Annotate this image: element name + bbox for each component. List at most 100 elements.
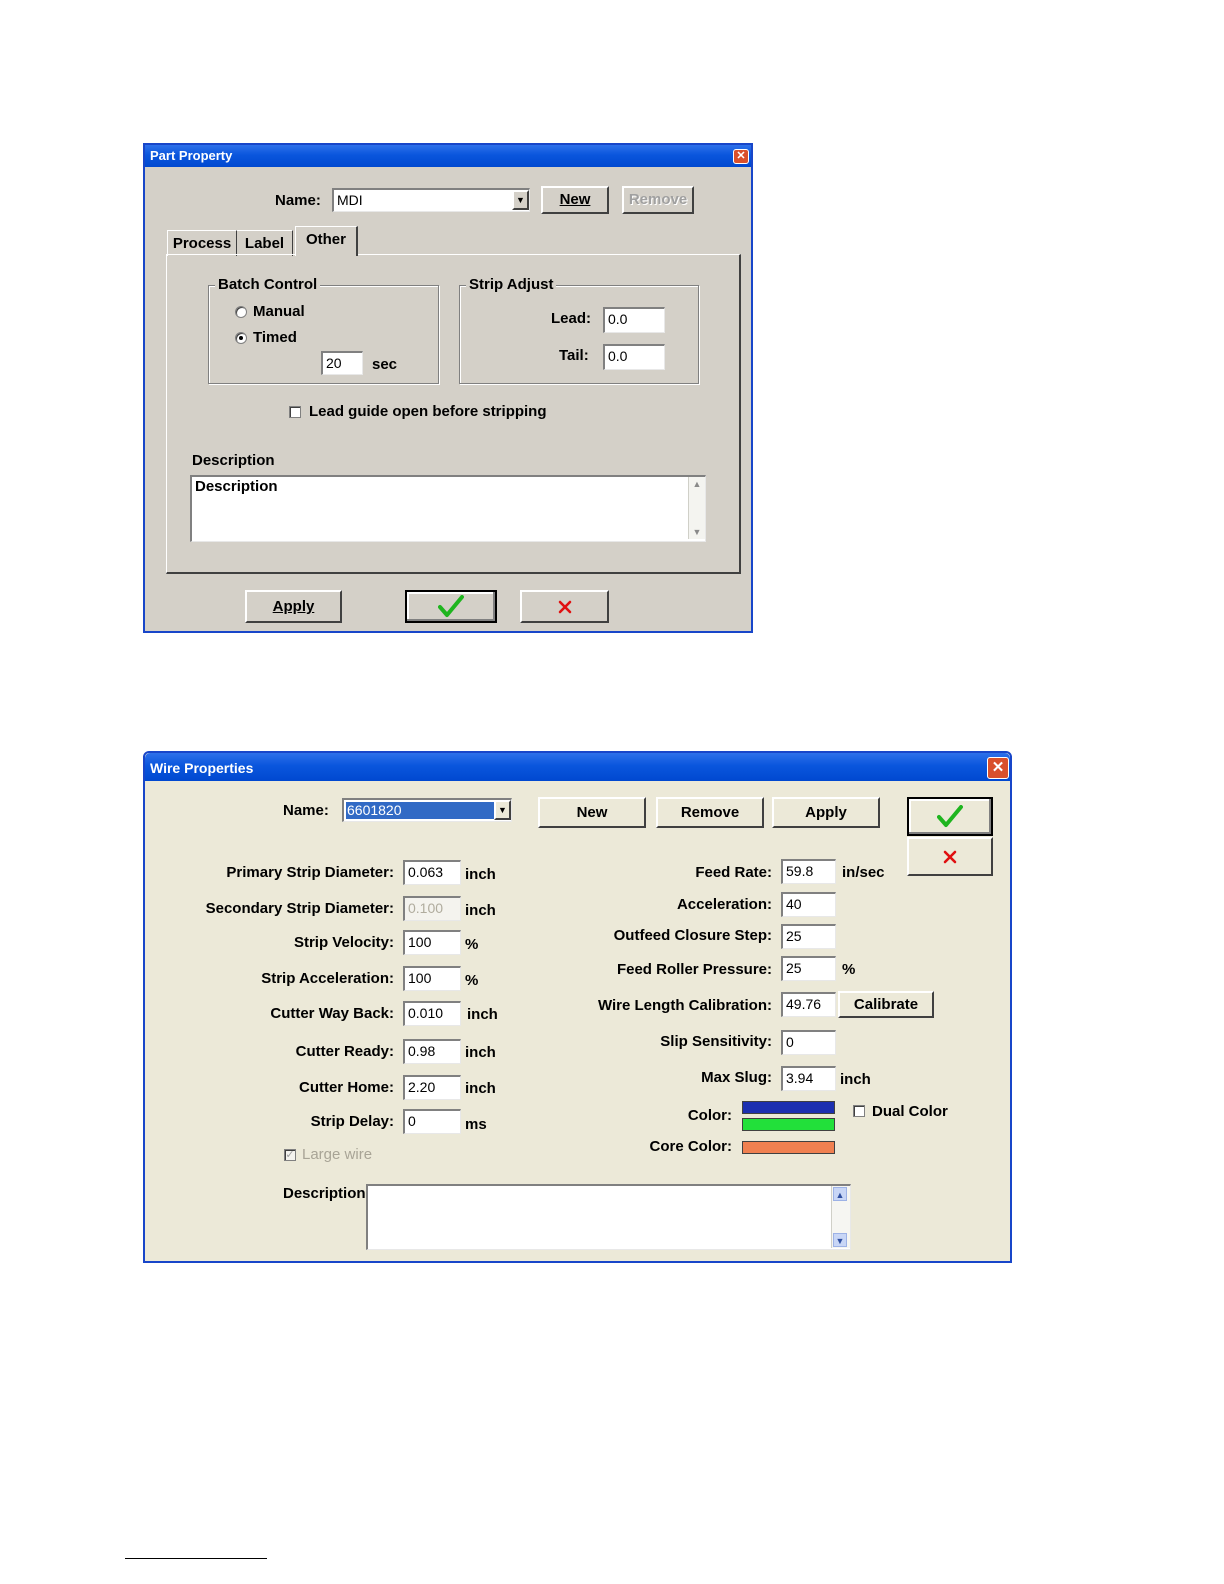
max-slug-input[interactable]: 3.94	[781, 1066, 836, 1091]
secondary-strip-diameter-input[interactable]: 0.100	[403, 896, 461, 921]
ok-button[interactable]	[907, 797, 993, 836]
dual-color-checkbox[interactable]	[853, 1105, 865, 1117]
timed-input[interactable]: 20	[321, 351, 363, 375]
cutter-way-back-input[interactable]: 0.010	[403, 1001, 461, 1026]
feed-rate-unit: in/sec	[842, 864, 885, 881]
ok-button[interactable]	[405, 590, 497, 623]
strip-delay-value: 0	[408, 1113, 416, 1129]
strip-delay-input[interactable]: 0	[403, 1109, 461, 1134]
tab-process[interactable]: Process	[167, 230, 237, 256]
scroll-up-icon[interactable]: ▲	[690, 477, 704, 491]
core-color-label: Core Color:	[649, 1138, 733, 1155]
dual-color-label: Dual Color	[872, 1103, 948, 1120]
cutter-home-input[interactable]: 2.20	[403, 1075, 461, 1100]
description-label: Description	[283, 1185, 366, 1202]
cutter-home-unit: inch	[465, 1080, 496, 1097]
description-label: Description	[192, 452, 275, 469]
close-button[interactable]: ✕	[987, 757, 1009, 779]
dialog-title-bar[interactable]: Part Property	[145, 145, 751, 167]
lead-guide-label: Lead guide open before stripping	[309, 403, 547, 420]
dialog-title: Part Property	[150, 148, 233, 163]
tab-label-label: Label	[244, 235, 285, 252]
apply-button[interactable]: Apply	[245, 590, 342, 623]
chevron-down-icon: ▼	[498, 805, 507, 815]
description-textarea[interactable]: ▲ ▼	[366, 1184, 851, 1250]
max-slug-label: Max Slug:	[701, 1069, 772, 1086]
tail-input[interactable]: 0.0	[603, 344, 665, 370]
feed-roller-pressure-unit: %	[842, 961, 856, 978]
tab-other-label: Other	[305, 231, 346, 248]
timed-radio[interactable]	[235, 332, 247, 344]
feed-roller-pressure-input[interactable]: 25	[781, 956, 836, 981]
new-button[interactable]: New	[541, 186, 609, 214]
cancel-button[interactable]	[520, 590, 609, 623]
lead-guide-checkbox[interactable]	[289, 406, 301, 418]
lead-input[interactable]: 0.0	[603, 307, 665, 333]
radio-selected-dot	[239, 336, 243, 340]
apply-button[interactable]: Apply	[772, 797, 880, 828]
remove-button[interactable]: Remove	[622, 186, 694, 214]
checkmark-icon: ✓	[285, 1149, 295, 1161]
feed-rate-input[interactable]: 59.8	[781, 859, 836, 884]
timed-unit: sec	[372, 356, 398, 373]
dialog-title: Wire Properties	[150, 760, 254, 776]
core-color-swatch[interactable]	[742, 1141, 835, 1154]
scroll-down-icon[interactable]: ▼	[690, 525, 704, 539]
acceleration-label: Acceleration:	[676, 896, 772, 913]
close-button[interactable]: ✕	[733, 149, 749, 164]
name-label: Name:	[283, 802, 329, 819]
strip-velocity-input[interactable]: 100	[403, 930, 461, 955]
wire-length-calibration-input[interactable]: 49.76	[781, 992, 836, 1017]
tab-other[interactable]: Other	[295, 226, 358, 256]
primary-color-swatch[interactable]	[742, 1101, 835, 1114]
tail-label: Tail:	[559, 347, 589, 364]
slip-sensitivity-value: 0	[786, 1034, 794, 1050]
primary-strip-diameter-label: Primary Strip Diameter:	[226, 864, 394, 881]
color-label: Color:	[687, 1107, 732, 1124]
wire-length-calibration-label: Wire Length Calibration:	[597, 997, 772, 1014]
dialog-title-bar[interactable]: Wire Properties	[145, 753, 1010, 781]
primary-strip-diameter-input[interactable]: 0.063	[403, 860, 461, 885]
strip-acceleration-input[interactable]: 100	[403, 966, 461, 991]
scroll-up-icon[interactable]: ▲	[833, 1187, 847, 1201]
feed-rate-label: Feed Rate:	[695, 864, 772, 881]
name-value: 6601820	[347, 802, 402, 818]
x-icon	[943, 850, 957, 864]
remove-button[interactable]: Remove	[656, 797, 764, 828]
part-property-dialog: Part Property ✕ Name: MDI ▼ New Remove P…	[143, 143, 753, 633]
tab-label[interactable]: Label	[237, 230, 293, 256]
max-slug-unit: inch	[840, 1071, 871, 1088]
secondary-color-swatch[interactable]	[742, 1118, 835, 1131]
strip-velocity-label: Strip Velocity:	[293, 934, 394, 951]
large-wire-label: Large wire	[302, 1146, 373, 1163]
description-scrollbar[interactable]: ▲ ▼	[688, 477, 705, 539]
slip-sensitivity-input[interactable]: 0	[781, 1030, 836, 1055]
new-button-label: New	[576, 804, 608, 821]
cutter-ready-value: 0.98	[408, 1043, 436, 1059]
new-button[interactable]: New	[538, 797, 646, 828]
dropdown-button[interactable]: ▼	[512, 190, 529, 210]
manual-radio[interactable]	[235, 306, 247, 318]
timed-label: Timed	[253, 329, 297, 346]
name-combobox[interactable]: 6601820 ▼	[342, 798, 512, 822]
name-label: Name:	[275, 192, 321, 209]
dropdown-button[interactable]: ▼	[494, 800, 511, 820]
acceleration-input[interactable]: 40	[781, 892, 836, 917]
feed-rate-value: 59.8	[786, 863, 814, 879]
description-textarea[interactable]: Description ▲ ▼	[190, 475, 706, 542]
outfeed-closure-step-input[interactable]: 25	[781, 924, 836, 949]
calibrate-button[interactable]: Calibrate	[838, 991, 934, 1018]
scroll-down-icon[interactable]: ▼	[833, 1233, 847, 1247]
large-wire-checkbox[interactable]: ✓	[284, 1149, 296, 1161]
cutter-ready-unit: inch	[465, 1044, 496, 1061]
cancel-button[interactable]	[907, 837, 993, 876]
primary-strip-diameter-value: 0.063	[408, 864, 444, 880]
outfeed-closure-step-value: 25	[786, 928, 802, 944]
cutter-ready-input[interactable]: 0.98	[403, 1039, 461, 1064]
strip-acceleration-label: Strip Acceleration:	[261, 970, 394, 987]
description-scrollbar[interactable]: ▲ ▼	[831, 1186, 850, 1248]
manual-label: Manual	[253, 303, 305, 320]
remove-button-label: Remove	[628, 191, 688, 208]
name-combobox[interactable]: MDI ▼	[332, 188, 530, 212]
slip-sensitivity-label: Slip Sensitivity:	[660, 1033, 772, 1050]
